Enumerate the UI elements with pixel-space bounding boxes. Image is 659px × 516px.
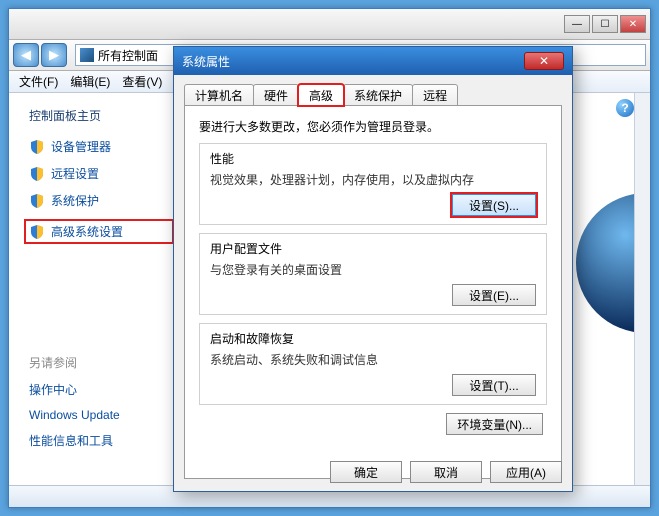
tab-computer-name[interactable]: 计算机名 xyxy=(184,84,254,106)
sidebar-item-label: 系统保护 xyxy=(51,192,99,209)
system-globe-image xyxy=(576,193,636,333)
shield-icon xyxy=(29,139,45,155)
see-also-windows-update[interactable]: Windows Update xyxy=(29,408,174,422)
sidebar-item-label: 设备管理器 xyxy=(51,138,111,155)
see-also-heading: 另请参阅 xyxy=(29,354,174,371)
shield-icon xyxy=(29,166,45,182)
sidebar-item-remote-settings[interactable]: 远程设置 xyxy=(29,165,174,182)
admin-note: 要进行大多数更改，您必须作为管理员登录。 xyxy=(199,118,547,135)
nav-back-button[interactable]: ◀ xyxy=(13,43,39,67)
performance-title: 性能 xyxy=(210,150,536,167)
address-text: 所有控制面 xyxy=(98,47,158,64)
address-icon xyxy=(80,48,94,62)
apply-button[interactable]: 应用(A) xyxy=(490,461,562,483)
dialog-buttons: 确定 取消 应用(A) xyxy=(330,461,562,483)
tab-hardware[interactable]: 硬件 xyxy=(253,84,299,106)
startup-recovery-desc: 系统启动、系统失败和调试信息 xyxy=(210,351,536,368)
sidebar-item-system-protection[interactable]: 系统保护 xyxy=(29,192,174,209)
menu-view[interactable]: 查看(V) xyxy=(116,71,168,92)
sidebar: 控制面板主页 设备管理器 远程设置 系统保护 高级系统设置 另请参阅 操作中心 … xyxy=(9,93,174,485)
dialog-title: 系统属性 xyxy=(182,53,230,70)
performance-desc: 视觉效果，处理器计划，内存使用，以及虚拟内存 xyxy=(210,171,536,188)
window-close-button[interactable]: ✕ xyxy=(620,15,646,33)
menu-file[interactable]: 文件(F) xyxy=(13,71,64,92)
menu-edit[interactable]: 编辑(E) xyxy=(64,71,116,92)
system-properties-dialog: 系统属性 ✕ 计算机名 硬件 高级 系统保护 远程 要进行大多数更改，您必须作为… xyxy=(173,46,573,492)
startup-recovery-title: 启动和故障恢复 xyxy=(210,330,536,347)
window-titlebar: — ☐ ✕ xyxy=(9,9,650,39)
dialog-titlebar: 系统属性 ✕ xyxy=(174,47,572,75)
window-minimize-button[interactable]: — xyxy=(564,15,590,33)
tab-system-protection[interactable]: 系统保护 xyxy=(343,84,413,106)
tab-remote[interactable]: 远程 xyxy=(412,84,458,106)
shield-icon xyxy=(29,224,45,240)
dialog-close-button[interactable]: ✕ xyxy=(524,52,564,70)
tab-advanced[interactable]: 高级 xyxy=(298,84,344,106)
user-profiles-settings-button[interactable]: 设置(E)... xyxy=(452,284,536,306)
ok-button[interactable]: 确定 xyxy=(330,461,402,483)
dialog-body: 计算机名 硬件 高级 系统保护 远程 要进行大多数更改，您必须作为管理员登录。 … xyxy=(174,75,572,491)
tab-panel-advanced: 要进行大多数更改，您必须作为管理员登录。 性能 视觉效果，处理器计划，内存使用，… xyxy=(184,105,562,479)
environment-variables-button[interactable]: 环境变量(N)... xyxy=(446,413,543,435)
shield-icon xyxy=(29,193,45,209)
nav-forward-button[interactable]: ▶ xyxy=(41,43,67,67)
user-profiles-desc: 与您登录有关的桌面设置 xyxy=(210,261,536,278)
startup-recovery-group: 启动和故障恢复 系统启动、系统失败和调试信息 设置(T)... xyxy=(199,323,547,405)
see-also-action-center[interactable]: 操作中心 xyxy=(29,381,174,398)
help-icon[interactable]: ? xyxy=(616,99,634,117)
sidebar-item-advanced-system-settings[interactable]: 高级系统设置 xyxy=(24,219,174,244)
sidebar-item-device-manager[interactable]: 设备管理器 xyxy=(29,138,174,155)
user-profiles-group: 用户配置文件 与您登录有关的桌面设置 设置(E)... xyxy=(199,233,547,315)
vertical-scrollbar[interactable] xyxy=(634,93,650,485)
sidebar-item-label: 高级系统设置 xyxy=(51,223,123,240)
startup-recovery-settings-button[interactable]: 设置(T)... xyxy=(452,374,536,396)
user-profiles-title: 用户配置文件 xyxy=(210,240,536,257)
sidebar-home-link[interactable]: 控制面板主页 xyxy=(29,107,174,124)
window-maximize-button[interactable]: ☐ xyxy=(592,15,618,33)
performance-settings-button[interactable]: 设置(S)... xyxy=(452,194,536,216)
cancel-button[interactable]: 取消 xyxy=(410,461,482,483)
performance-group: 性能 视觉效果，处理器计划，内存使用，以及虚拟内存 设置(S)... xyxy=(199,143,547,225)
sidebar-item-label: 远程设置 xyxy=(51,165,99,182)
dialog-tabs: 计算机名 硬件 高级 系统保护 远程 xyxy=(184,83,562,105)
see-also-performance-info[interactable]: 性能信息和工具 xyxy=(29,432,174,449)
